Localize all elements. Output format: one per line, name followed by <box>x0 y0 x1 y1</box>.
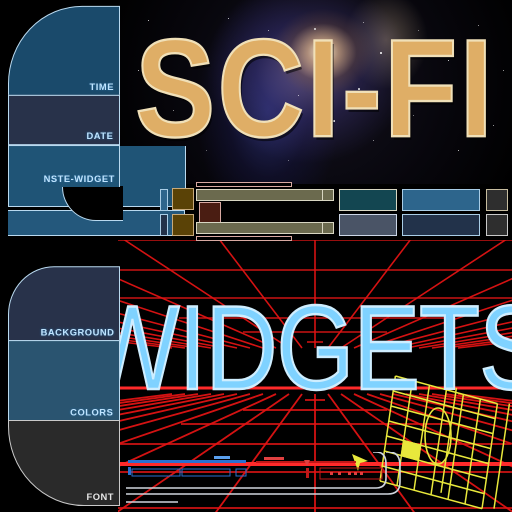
lcars-cell-pill-amber-bot[interactable] <box>172 214 194 236</box>
title-scifi-text: SCI-FI <box>135 9 495 169</box>
lcars-cell-tab-blue-left-a[interactable] <box>160 189 168 211</box>
hud-red-group <box>256 457 382 479</box>
lcars-cell-panel-teal[interactable] <box>339 189 397 211</box>
sidebar-item-time-label: TIME <box>89 81 113 92</box>
lcars-cell-panel-slate[interactable] <box>339 214 397 236</box>
sidebar-item-time[interactable]: TIME <box>8 6 120 96</box>
sidebar-item-background-label: BACKGROUND <box>41 327 115 338</box>
lcars-cell-rail-pink-top[interactable] <box>196 182 292 187</box>
lcars-cell-tab-blue-left-b[interactable] <box>160 214 168 236</box>
lcars-cell-stub-olive-top[interactable] <box>322 189 334 201</box>
sidebar-item-font-label: FONT <box>86 491 114 502</box>
lcars-cell-rail-olive-top[interactable] <box>196 189 328 201</box>
lcars-cell-stub-olive-bot[interactable] <box>322 222 334 234</box>
sidebar-item-colors[interactable]: COLORS <box>8 340 120 422</box>
hud-conduit-group <box>126 452 400 502</box>
sidebar-item-date[interactable]: DATE <box>8 95 120 145</box>
lcars-cell-panel-blue-wide[interactable] <box>402 189 480 211</box>
title-widgets: WIDGETS <box>118 276 512 420</box>
sidebar-item-note-widget[interactable]: NSTE-WIDGET <box>8 145 120 187</box>
sidebar-item-colors-label: COLORS <box>71 407 114 418</box>
title-widgets-text: WIDGETS <box>85 279 512 417</box>
lcars-cell-rail-pink-bot[interactable] <box>196 236 292 241</box>
bottom-hud-strip <box>118 452 512 512</box>
lcars-cell-rail-olive-bot[interactable] <box>196 222 328 234</box>
sidebar-item-date-label: DATE <box>87 131 114 142</box>
app-icon-canvas: SCI-FI WIDGETS TIME DATE NSTE-WIDGET BAC… <box>0 0 512 512</box>
lcars-cell-panel-navy-wide[interactable] <box>402 214 480 236</box>
lcars-cell-pill-amber-top[interactable] <box>172 188 194 210</box>
lcars-cell-box-rust[interactable] <box>199 202 221 223</box>
sidebar-item-font[interactable]: FONT <box>8 420 120 506</box>
lcars-cell-panel-grey-end-a[interactable] <box>486 189 508 211</box>
sidebar-item-note-widget-label: NSTE-WIDGET <box>43 173 114 184</box>
sidebar-item-background[interactable]: BACKGROUND <box>8 266 120 342</box>
hud-blue-group <box>128 456 246 476</box>
lcars-cell-panel-grey-end-b[interactable] <box>486 214 508 236</box>
